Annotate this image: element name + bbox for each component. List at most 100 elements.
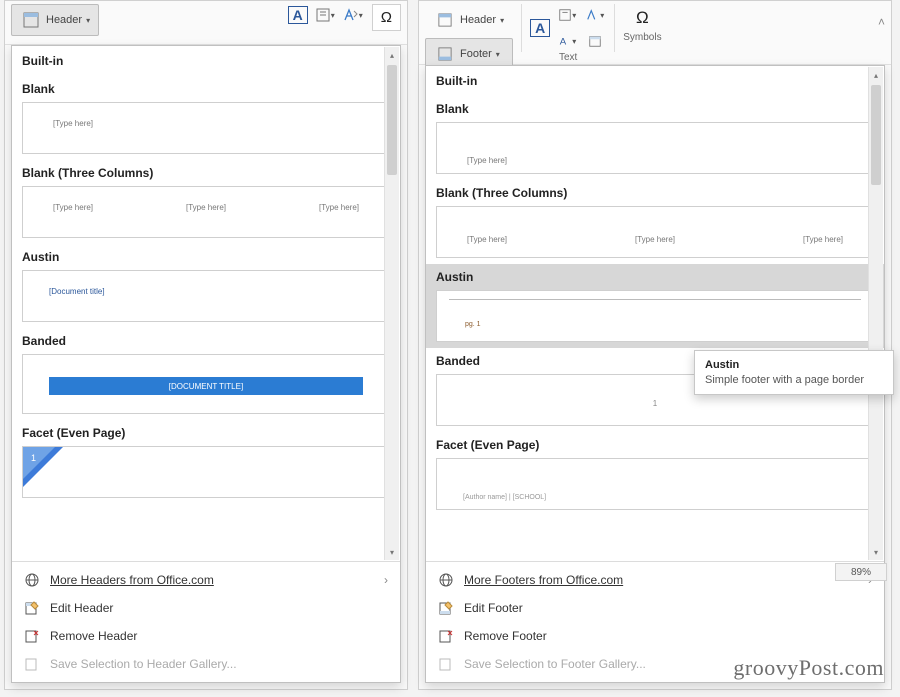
preview-austin: [Document title] (22, 270, 390, 322)
scroll-down-icon[interactable]: ▾ (385, 544, 399, 560)
date-icon[interactable] (584, 30, 606, 52)
dropcap-icon[interactable]: A▾ (556, 30, 578, 52)
gallery-item-banded[interactable]: Banded [DOCUMENT TITLE] (12, 328, 400, 420)
page-number: 1 (653, 399, 657, 408)
gallery-item-facet[interactable]: Facet (Even Page) [Author name] | [SCHOO… (426, 432, 884, 516)
text-group: A ▾ ▾ (288, 4, 364, 26)
gallery-item-austin[interactable]: Austin pg. 1 (426, 264, 884, 348)
wordart-icon[interactable]: ▾ (584, 4, 606, 26)
textbox-icon[interactable]: A (288, 6, 308, 24)
text-group-label: Text (559, 52, 577, 63)
preview-blank: [Type here] (436, 122, 874, 174)
header-button[interactable]: Header ▾ (11, 4, 99, 36)
section-builtin: Built-in (12, 46, 400, 76)
quickparts-icon[interactable]: ▾ (314, 4, 336, 26)
menuitem-label: Remove Footer (464, 629, 547, 643)
gallery-scroll: Built-in Blank [Type here] Blank (Three … (12, 46, 400, 561)
chevron-right-icon: › (384, 573, 388, 587)
footer-icon (434, 43, 456, 65)
more-from-office[interactable]: More Headers from Office.com › (12, 566, 400, 594)
edit-header[interactable]: Edit Header (12, 594, 400, 622)
edit-icon (24, 600, 40, 616)
remove-icon (24, 628, 40, 644)
gallery-item-facet[interactable]: Facet (Even Page) 1 (12, 420, 400, 504)
footer-pane: Header ▾ Footer ▾ A ▾ ▾ (418, 0, 892, 690)
tooltip-title: Austin (705, 359, 883, 371)
item-title: Blank (Three Columns) (436, 186, 874, 200)
header-button-label: Header (46, 14, 82, 26)
menuitem-label: Edit Footer (464, 601, 523, 615)
scroll-down-icon[interactable]: ▾ (869, 544, 883, 560)
edit-icon (438, 600, 454, 616)
symbols-group-label: Symbols (623, 32, 661, 43)
ribbon-left: Header ▾ A ▾ ▾ Ω (5, 1, 407, 45)
banded-bar: [DOCUMENT TITLE] (49, 377, 363, 395)
preview-austin: pg. 1 (436, 290, 874, 342)
collapse-ribbon-icon[interactable]: ˄ (878, 15, 885, 29)
menuitem-label: Save Selection to Header Gallery... (50, 657, 237, 671)
placeholder-text: [Type here] (803, 235, 843, 244)
save-icon (438, 656, 454, 672)
scroll-thumb[interactable] (871, 85, 881, 185)
ribbon-right: Header ▾ Footer ▾ A ▾ ▾ (419, 1, 891, 65)
preview-threecol: [Type here] [Type here] [Type here] (436, 206, 874, 258)
preview-facet: [Author name] | [SCHOOL] (436, 458, 874, 510)
placeholder-text: [Type here] (53, 203, 93, 212)
item-title: Banded (22, 334, 390, 348)
scroll-thumb[interactable] (387, 65, 397, 175)
more-from-office[interactable]: More Footers from Office.com › (426, 566, 884, 594)
remove-icon (438, 628, 454, 644)
item-title: Facet (Even Page) (436, 438, 874, 452)
menuitem-label: Save Selection to Footer Gallery... (464, 657, 646, 671)
item-title: Facet (Even Page) (22, 426, 390, 440)
wordart-icon[interactable]: ▾ (342, 4, 364, 26)
edit-footer[interactable]: Edit Footer (426, 594, 884, 622)
globe-icon (24, 572, 40, 588)
scroll-up-icon[interactable]: ▴ (385, 47, 399, 63)
page-label: pg. 1 (465, 321, 481, 328)
symbols-group: Ω Symbols (623, 4, 661, 43)
chevron-down-icon: ▾ (86, 16, 90, 25)
remove-header[interactable]: Remove Header (12, 622, 400, 650)
placeholder-text: [Type here] (186, 203, 226, 212)
zoom-level[interactable]: 89% (835, 563, 887, 581)
gallery-item-blank[interactable]: Blank [Type here] (12, 76, 400, 160)
page-number: 1 (31, 453, 36, 463)
symbols-button[interactable]: Ω (372, 4, 401, 31)
preview-facet: 1 (22, 446, 390, 498)
section-builtin: Built-in (426, 66, 884, 96)
tooltip-desc: Simple footer with a page border (705, 374, 883, 386)
quickparts-icon[interactable]: ▾ (556, 4, 578, 26)
menuitem-label: Edit Header (50, 601, 113, 615)
preview-blank: [Type here] (22, 102, 390, 154)
omega-icon: Ω (636, 8, 649, 27)
remove-footer[interactable]: Remove Footer (426, 622, 884, 650)
header-icon (20, 9, 42, 31)
scrollbar[interactable]: ▴ ▾ (384, 47, 399, 560)
facet-triangle (23, 447, 63, 487)
gallery-item-blank[interactable]: Blank [Type here] (426, 96, 884, 180)
menuitem-label: More Footers from Office.com (464, 573, 623, 587)
scrollbar[interactable]: ▴ ▾ (868, 67, 883, 560)
item-title: Blank (Three Columns) (22, 166, 390, 180)
preview-banded: [DOCUMENT TITLE] (22, 354, 390, 414)
text-group: A ▾ ▾ A▾ Text (530, 4, 606, 63)
gallery-scroll: Built-in Blank [Type here] Blank (Three … (426, 66, 884, 561)
dropdown-footer-menu: More Headers from Office.com › Edit Head… (12, 561, 400, 682)
scroll-up-icon[interactable]: ▴ (869, 67, 883, 83)
placeholder-text: [Type here] (635, 235, 675, 244)
item-title: Blank (22, 82, 390, 96)
svg-text:A: A (560, 37, 567, 48)
header-button[interactable]: Header ▾ (425, 4, 513, 36)
gallery-item-threecol[interactable]: Blank (Three Columns) [Type here] [Type … (12, 160, 400, 244)
placeholder-text: [Type here] (467, 156, 507, 165)
item-title: Austin (436, 270, 874, 284)
gallery-item-austin[interactable]: Austin [Document title] (12, 244, 400, 328)
footer-button-label: Footer (460, 48, 492, 60)
symbols-button[interactable]: Ω (628, 4, 657, 32)
textbox-icon[interactable]: A (530, 19, 550, 37)
placeholder-text: [Type here] (53, 119, 93, 128)
placeholder-text: [Type here] (467, 235, 507, 244)
gallery-item-threecol[interactable]: Blank (Three Columns) [Type here] [Type … (426, 180, 884, 264)
item-title: Blank (436, 102, 874, 116)
